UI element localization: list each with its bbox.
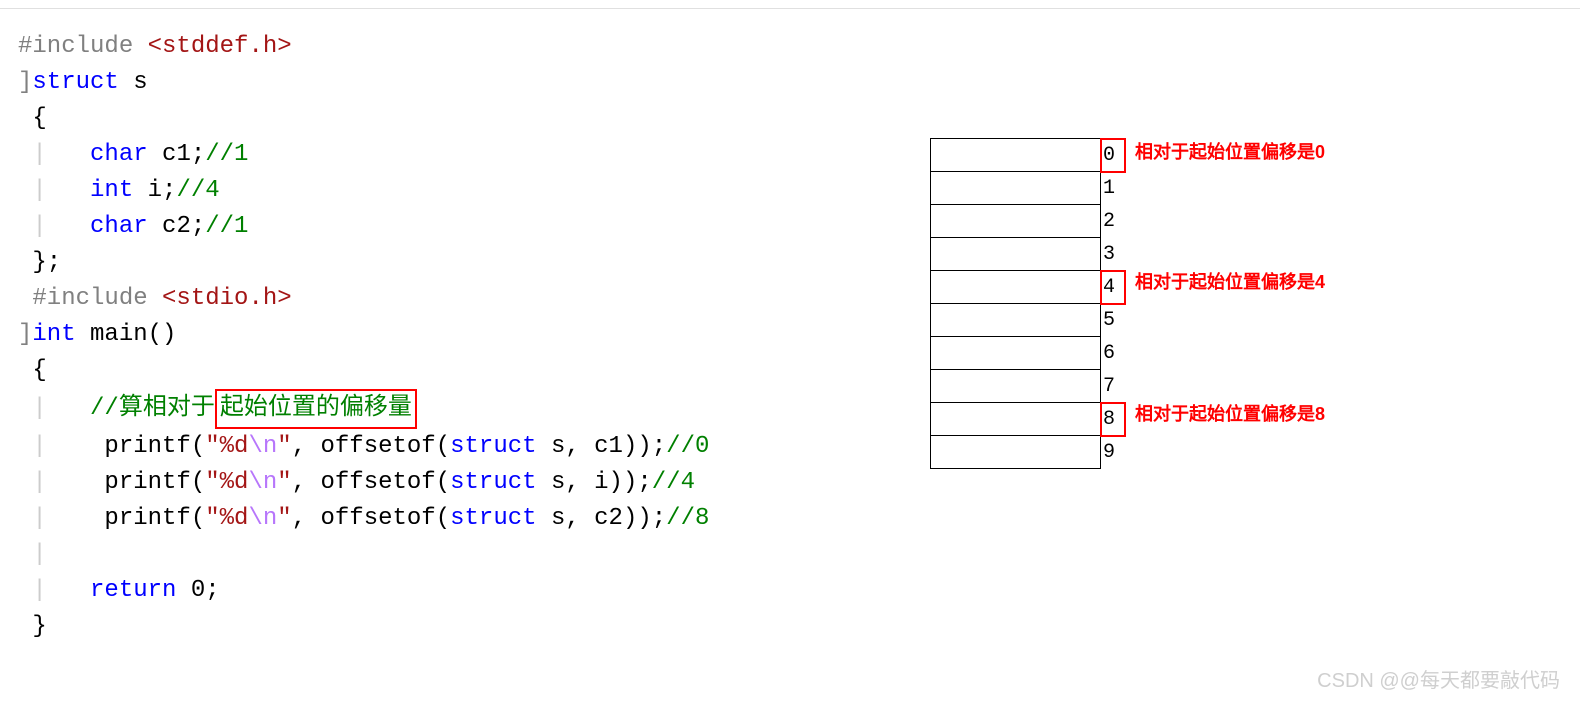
- struct-close: };: [32, 249, 61, 276]
- annotation-offset-8: 相对于起始位置偏移是8: [1135, 400, 1325, 426]
- printf1-call: printf(: [47, 433, 205, 460]
- code-block: #include <stddef.h> ]struct s { | char c…: [0, 8, 1580, 645]
- header2: <stdio.h>: [162, 285, 292, 312]
- mem-cell-5: [931, 304, 1101, 337]
- fmt-open: "%d: [205, 433, 248, 460]
- fold-icon2: ]: [18, 321, 32, 348]
- return-val: 0;: [176, 577, 219, 604]
- offset-6: 6: [1101, 337, 1125, 370]
- offset-2: 2: [1101, 205, 1125, 238]
- p1b: , offsetof(: [292, 433, 450, 460]
- kw-int2: int: [32, 321, 75, 348]
- header1: <stddef.h>: [148, 33, 292, 60]
- p2b: , offsetof(: [292, 469, 450, 496]
- offset-8: 8: [1101, 403, 1125, 436]
- offset-7: 7: [1101, 370, 1125, 403]
- offset-3: 3: [1101, 238, 1125, 271]
- mem-cell-9: [931, 436, 1101, 469]
- memory-table: 0 1 2 3 4 5 6 7 8 9: [930, 138, 1125, 469]
- fmt-close: ": [277, 433, 291, 460]
- brace-close: }: [32, 613, 46, 640]
- kw-char2: char: [90, 213, 148, 240]
- p3c: s, c2));: [537, 505, 667, 532]
- offset-4: 4: [1101, 271, 1125, 304]
- kw-struct-p1: struct: [450, 433, 536, 460]
- kw-int: int: [90, 177, 133, 204]
- offset-9: 9: [1101, 436, 1125, 469]
- p2c: s, i));: [537, 469, 652, 496]
- esc: \n: [248, 433, 277, 460]
- comment-offset-pre: //算相对于: [90, 395, 215, 422]
- p1c: s, c1));: [537, 433, 667, 460]
- printf3-call: printf(: [47, 505, 205, 532]
- kw-return: return: [90, 577, 176, 604]
- annotation-offset-0: 相对于起始位置偏移是0: [1135, 138, 1325, 164]
- printf2-call: printf(: [47, 469, 205, 496]
- mem-cell-8: [931, 403, 1101, 436]
- mem-cell-1: [931, 172, 1101, 205]
- watermark: CSDN @@每天都要敲代码: [1317, 664, 1560, 693]
- offset-1: 1: [1101, 172, 1125, 205]
- mem-cell-6: [931, 337, 1101, 370]
- field-i: i;: [133, 177, 176, 204]
- mem-cell-7: [931, 370, 1101, 403]
- offset-5: 5: [1101, 304, 1125, 337]
- preproc2: #include: [32, 285, 162, 312]
- cmt-p1: //0: [666, 433, 709, 460]
- fold-icon: ]: [18, 69, 32, 96]
- brace-open: {: [32, 105, 46, 132]
- field-c1: c1;: [148, 141, 206, 168]
- main-sig: main(): [76, 321, 177, 348]
- p3b: , offsetof(: [292, 505, 450, 532]
- cmt-p2: //4: [652, 469, 695, 496]
- cmt-1b: //1: [205, 213, 248, 240]
- mem-cell-3: [931, 238, 1101, 271]
- brace-open2: {: [32, 357, 46, 384]
- kw-struct: struct: [32, 69, 118, 96]
- mem-cell-0: [931, 139, 1101, 172]
- cmt-4: //4: [176, 177, 219, 204]
- cmt-p3: //8: [666, 505, 709, 532]
- struct-name: s: [119, 69, 148, 96]
- highlight-comment: 起始位置的偏移量: [215, 389, 417, 429]
- mem-cell-2: [931, 205, 1101, 238]
- kw-char: char: [90, 141, 148, 168]
- annotation-offset-4: 相对于起始位置偏移是4: [1135, 268, 1325, 294]
- field-c2: c2;: [148, 213, 206, 240]
- preproc: #include: [18, 33, 148, 60]
- offset-0: 0: [1101, 139, 1125, 172]
- kw-struct-p2: struct: [450, 469, 536, 496]
- memory-layout-diagram: 0 1 2 3 4 5 6 7 8 9 相对于起始位置偏移是0 相对于起始位置偏…: [930, 138, 1125, 469]
- kw-struct-p3: struct: [450, 505, 536, 532]
- mem-cell-4: [931, 271, 1101, 304]
- cmt-1a: //1: [205, 141, 248, 168]
